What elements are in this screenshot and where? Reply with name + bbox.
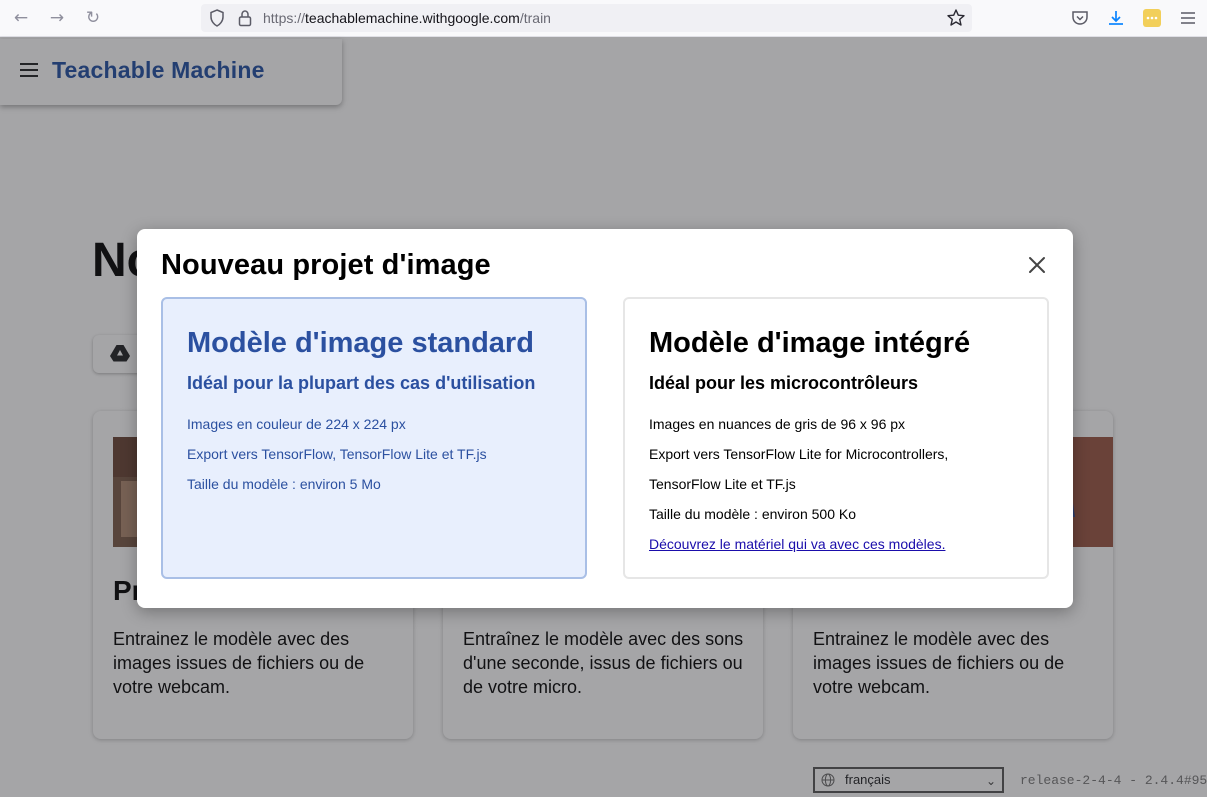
option-subtitle: Idéal pour les microcontrôleurs [649, 373, 919, 393]
menu-icon[interactable] [1178, 8, 1198, 28]
embedded-image-model-option[interactable]: Modèle d'image intégré Idéal pour les mi… [623, 297, 1049, 579]
pocket-icon[interactable] [1070, 8, 1090, 28]
hardware-link[interactable]: Découvrez le matériel qui va avec ces mo… [649, 529, 1029, 559]
dialog-title: Nouveau projet d'image [161, 249, 491, 281]
browser-toolbar: ← → ↻ https://teachablemachine.withgoogl… [0, 0, 1207, 37]
option-detail: TensorFlow Lite et TF.js [649, 476, 796, 492]
standard-image-model-option[interactable]: Modèle d'image standard Idéal pour la pl… [161, 297, 587, 579]
option-detail: Export vers TensorFlow Lite for Microcon… [649, 446, 949, 462]
lock-icon[interactable] [237, 9, 253, 27]
back-icon[interactable]: ← [8, 6, 34, 30]
option-detail: Images en nuances de gris de 96 x 96 px [649, 416, 906, 432]
option-title: Modèle d'image intégré [649, 327, 971, 359]
forward-icon[interactable]: → [44, 6, 70, 30]
option-detail: Images en couleur de 224 x 224 px [187, 416, 406, 432]
option-detail: Taille du modèle : environ 500 Ko [649, 506, 857, 522]
option-detail: Export vers TensorFlow, TensorFlow Lite … [187, 446, 487, 462]
reload-icon[interactable]: ↻ [80, 6, 106, 30]
download-icon[interactable] [1106, 8, 1126, 28]
bookmark-star-icon[interactable] [946, 8, 966, 28]
option-subtitle: Idéal pour la plupart des cas d'utilisat… [187, 373, 536, 393]
new-image-project-dialog: Nouveau projet d'image Modèle d'image st… [137, 229, 1073, 608]
option-detail: Taille du modèle : environ 5 Mo [187, 476, 381, 492]
extension-icon[interactable] [1142, 8, 1162, 28]
close-icon[interactable] [1025, 253, 1049, 277]
option-title: Modèle d'image standard [187, 327, 534, 359]
url-text[interactable]: https://teachablemachine.withgoogle.com/… [263, 4, 551, 32]
url-bar[interactable]: https://teachablemachine.withgoogle.com/… [201, 4, 972, 32]
shield-icon[interactable] [209, 9, 225, 27]
